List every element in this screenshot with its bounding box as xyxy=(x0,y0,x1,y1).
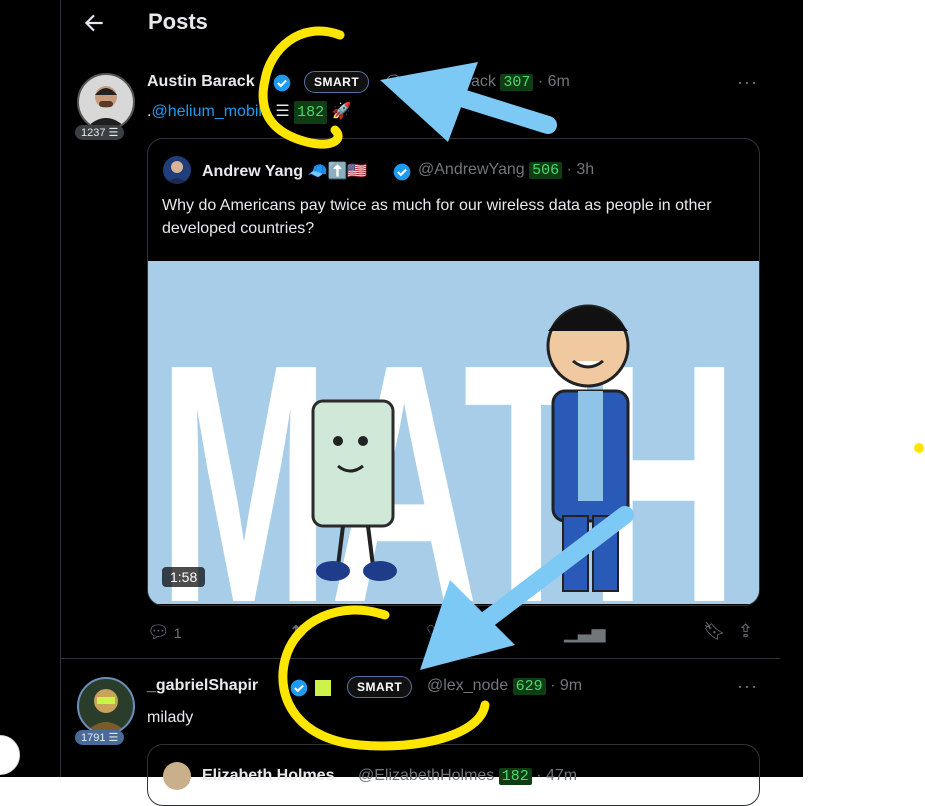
post-time[interactable]: · 6m xyxy=(538,73,570,90)
post-time[interactable]: · 47m xyxy=(536,767,577,784)
author-handle[interactable]: @lex_node 629 · 9m xyxy=(427,677,582,695)
affiliate-icon xyxy=(315,680,331,696)
quoted-author-handle[interactable]: @ElizabethHolmes 182 · 47m xyxy=(358,767,577,785)
quoted-text: Why do Americans pay twice as much for o… xyxy=(162,197,712,237)
stack-icon: ☰ xyxy=(108,732,119,744)
quoted-post[interactable]: Elizabeth Holmes @ElizabethHolmes 182 · … xyxy=(147,744,760,806)
more-options-icon[interactable]: ··· xyxy=(737,72,758,93)
like-button[interactable]: ♡ xyxy=(426,622,442,643)
post-divider xyxy=(61,658,780,659)
reply-icon: 💬︎ xyxy=(147,622,170,642)
post-time[interactable]: · 3h xyxy=(567,161,595,178)
video-media[interactable]: MATH 1:58 xyxy=(148,261,759,605)
handle-score: 629 xyxy=(512,678,546,695)
post-time[interactable]: · 9m xyxy=(550,677,582,694)
avatar[interactable] xyxy=(77,677,135,735)
emoji-badges: 🧢⬆️🇺🇸 xyxy=(307,163,368,180)
share-button[interactable]: ⇪ xyxy=(738,621,753,642)
avatar[interactable] xyxy=(77,73,135,131)
quoted-post[interactable]: Andrew Yang 🧢⬆️🇺🇸 @AndrewYang 506 · 3h W… xyxy=(147,138,760,606)
quoted-author-name[interactable]: Andrew Yang 🧢⬆️🇺🇸 xyxy=(202,161,367,181)
smart-badge: SMART xyxy=(347,676,413,698)
share-icon: ⇪ xyxy=(738,621,754,641)
repost-button[interactable]: ⇅ xyxy=(291,622,306,643)
smart-badge: SMART xyxy=(304,71,370,93)
author-name[interactable]: Austin Barack xyxy=(147,73,255,91)
reputation-value: 1791 xyxy=(81,732,106,744)
mention-score: 182 xyxy=(294,101,328,124)
yellow-dot xyxy=(914,443,924,453)
more-options-icon[interactable]: ··· xyxy=(737,676,758,697)
bookmark-button[interactable]: 🔖︎ xyxy=(703,621,726,642)
post-text: .@helium_mobile ☰ 182 🚀 xyxy=(147,100,352,124)
verified-icon xyxy=(290,679,308,697)
avatar xyxy=(163,156,191,184)
verified-icon xyxy=(393,163,411,181)
stack-icon: ☰ xyxy=(108,127,119,139)
media-word: MATH xyxy=(158,294,738,604)
stack-icon: ☰ xyxy=(275,103,290,120)
repost-icon: ⇅ xyxy=(291,622,307,642)
quoted-author-name[interactable]: Elizabeth Holmes xyxy=(202,767,334,785)
right-gutter xyxy=(780,0,803,777)
page-title: Posts xyxy=(148,9,208,34)
quoted-author-handle[interactable]: @AndrewYang 506 · 3h xyxy=(418,161,594,179)
heart-icon: ♡ xyxy=(426,622,443,642)
bookmark-icon: 🔖︎ xyxy=(703,621,726,641)
handle-score: 307 xyxy=(500,74,534,91)
mention-link[interactable]: @helium_mobile xyxy=(151,103,270,120)
video-duration: 1:58 xyxy=(162,567,206,587)
author-handle[interactable]: @ rack 307 · 6m xyxy=(385,73,570,91)
post-text: milady xyxy=(147,709,194,726)
avatar xyxy=(163,762,191,790)
verified-icon xyxy=(273,74,291,92)
author-name[interactable]: _gabrielShapir xyxy=(147,677,258,695)
page-header: Posts xyxy=(61,0,780,50)
left-gutter xyxy=(0,0,60,777)
views-icon: ▁▃▅ xyxy=(564,622,606,642)
rocket-emoji: 🚀 xyxy=(331,103,352,120)
reputation-value: 1237 xyxy=(81,127,106,139)
back-arrow-icon[interactable] xyxy=(81,10,107,36)
views-button[interactable]: ▁▃▅ xyxy=(564,622,606,643)
reply-count: 1 xyxy=(173,625,182,641)
posts-feed: Posts 1237 ☰ Austin Barack SMART @ rack … xyxy=(60,0,781,806)
reputation-badge: 1791 ☰ xyxy=(75,730,125,745)
handle-score: 506 xyxy=(529,162,563,179)
reputation-badge: 1237 ☰ xyxy=(75,125,125,140)
reply-button[interactable]: 💬︎ 1 xyxy=(147,622,182,643)
